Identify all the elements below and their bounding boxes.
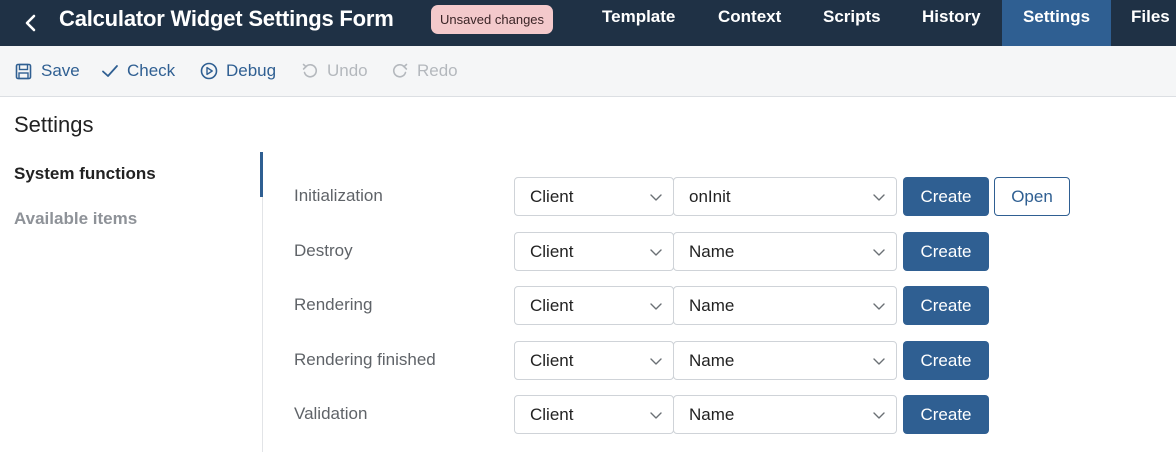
unsaved-changes-badge: Unsaved changes: [431, 5, 553, 34]
undo-label: Undo: [327, 61, 368, 80]
name-select-validation[interactable]: Name: [673, 395, 897, 434]
nav-item-system-functions[interactable]: System functions: [14, 164, 156, 184]
play-circle-icon: [199, 62, 218, 81]
type-select-value: Client: [530, 187, 574, 206]
open-button-initialization[interactable]: Open: [994, 177, 1070, 216]
nav-item-available-items[interactable]: Available items: [14, 209, 137, 229]
chevron-down-icon: [650, 303, 662, 310]
name-select-value: Name: [689, 242, 735, 261]
tab-context[interactable]: Context: [718, 0, 781, 46]
back-button[interactable]: [18, 8, 44, 38]
type-select-rendering[interactable]: Client: [514, 286, 674, 325]
save-button[interactable]: Save: [14, 59, 80, 83]
row-label-destroy: Destroy: [294, 241, 353, 260]
name-select-destroy[interactable]: Name: [673, 232, 897, 271]
name-select-rendering-finished[interactable]: Name: [673, 341, 897, 380]
check-button[interactable]: Check: [100, 59, 175, 83]
tab-history[interactable]: History: [922, 0, 981, 46]
floppy-disk-icon: [14, 62, 33, 81]
chevron-down-icon: [873, 412, 885, 419]
undo-icon: [300, 62, 319, 81]
name-select-value: Name: [689, 405, 735, 424]
nav-active-indicator: [260, 152, 263, 197]
type-select-value: Client: [530, 351, 574, 370]
type-select-destroy[interactable]: Client: [514, 232, 674, 271]
section-title: Settings: [14, 112, 94, 137]
redo-label: Redo: [417, 61, 458, 80]
debug-button[interactable]: Debug: [199, 59, 276, 83]
redo-icon: [390, 62, 409, 81]
tab-scripts[interactable]: Scripts: [823, 0, 881, 46]
name-select-value: Name: [689, 296, 735, 315]
row-label-rendering: Rendering: [294, 295, 373, 314]
row-label-initialization: Initialization: [294, 186, 383, 205]
chevron-down-icon: [650, 358, 662, 365]
type-select-value: Client: [530, 242, 574, 261]
create-button-validation[interactable]: Create: [903, 395, 989, 434]
chevron-down-icon: [650, 412, 662, 419]
create-button-initialization[interactable]: Create: [903, 177, 989, 216]
type-select-value: Client: [530, 296, 574, 315]
create-button-destroy[interactable]: Create: [903, 232, 989, 271]
name-select-rendering[interactable]: Name: [673, 286, 897, 325]
name-select-value: Name: [689, 351, 735, 370]
chevron-down-icon: [650, 194, 662, 201]
row-label-validation: Validation: [294, 404, 368, 423]
chevron-down-icon: [873, 303, 885, 310]
tab-settings[interactable]: Settings: [1002, 0, 1111, 46]
tab-files[interactable]: Files: [1131, 0, 1170, 46]
undo-button[interactable]: Undo: [300, 59, 368, 83]
redo-button[interactable]: Redo: [390, 59, 458, 83]
row-label-rendering-finished: Rendering finished: [294, 350, 436, 369]
create-button-rendering-finished[interactable]: Create: [903, 341, 989, 380]
chevron-down-icon: [873, 249, 885, 256]
name-select-initialization[interactable]: onInit: [673, 177, 897, 216]
chevron-down-icon: [873, 358, 885, 365]
create-button-rendering[interactable]: Create: [903, 286, 989, 325]
tab-template[interactable]: Template: [602, 0, 675, 46]
chevron-left-icon: [25, 14, 36, 32]
app-header: Calculator Widget Settings Form Unsaved …: [0, 0, 1176, 46]
nav-divider: [262, 152, 263, 452]
type-select-initialization[interactable]: Client: [514, 177, 674, 216]
page-title: Calculator Widget Settings Form: [59, 6, 394, 31]
type-select-value: Client: [530, 405, 574, 424]
save-label: Save: [41, 61, 80, 80]
chevron-down-icon: [873, 194, 885, 201]
type-select-validation[interactable]: Client: [514, 395, 674, 434]
toolbar: Save Check Debug Undo Redo: [0, 46, 1176, 97]
check-label: Check: [127, 61, 176, 80]
type-select-rendering-finished[interactable]: Client: [514, 341, 674, 380]
checkmark-icon: [100, 62, 119, 81]
debug-label: Debug: [226, 61, 277, 80]
name-select-value: onInit: [689, 187, 731, 206]
chevron-down-icon: [650, 249, 662, 256]
